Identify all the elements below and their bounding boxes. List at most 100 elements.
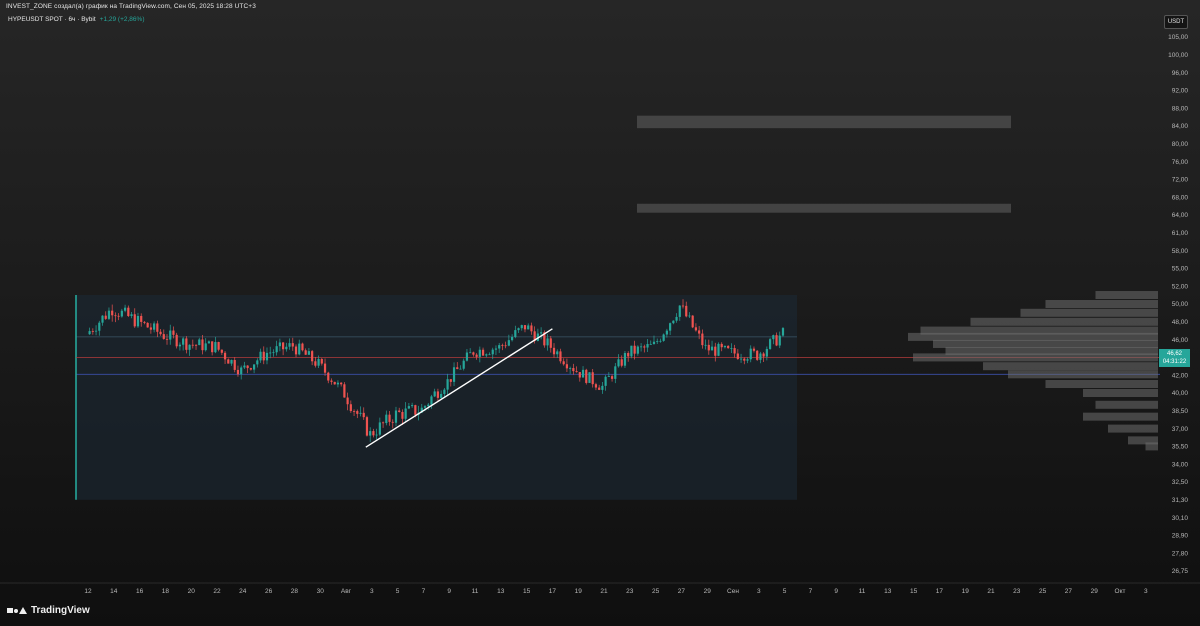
candle-body (185, 338, 188, 350)
x-tick-label: Сен (727, 588, 739, 595)
candle-body (169, 330, 172, 340)
x-tick-label: Авг (341, 588, 352, 595)
candle-body (572, 368, 575, 372)
candle-body (123, 307, 127, 311)
candle-body (604, 376, 607, 386)
candle-body (282, 342, 285, 350)
candle-body (198, 339, 201, 346)
candle-body (701, 333, 704, 346)
x-tick-label: 25 (1039, 588, 1047, 595)
y-tick-label: 48,00 (1172, 319, 1189, 326)
candle-body (159, 331, 162, 335)
candle-body (723, 345, 727, 348)
candle-body (330, 380, 333, 382)
y-tick-label: 105,00 (1168, 34, 1188, 41)
candle-body (636, 346, 639, 354)
volume-profile-bar (1020, 308, 1158, 317)
y-tick-label: 96,00 (1172, 70, 1189, 77)
candle-body (433, 391, 436, 397)
candle-body (443, 389, 446, 394)
candle-body (656, 341, 659, 343)
candle-body (120, 310, 123, 317)
candle-body (375, 434, 378, 436)
candle-body (775, 335, 778, 346)
y-tick-label: 100,00 (1168, 52, 1188, 59)
y-tick-label: 38,50 (1172, 408, 1189, 415)
candle-body (462, 360, 465, 369)
y-tick-label: 40,00 (1172, 390, 1189, 397)
y-tick-label: 92,00 (1172, 88, 1189, 95)
y-tick-label: 31,30 (1172, 497, 1189, 504)
candle-body (256, 360, 259, 365)
candle-body (91, 331, 94, 332)
candle-body (765, 348, 768, 357)
candle-body (88, 331, 91, 335)
candle-body (675, 316, 678, 321)
candle-body (236, 369, 240, 375)
candle-body (130, 314, 133, 317)
x-tick-label: 26 (265, 588, 273, 595)
x-tick-label: 11 (472, 588, 479, 595)
candle-body (269, 352, 272, 354)
candle-body (643, 346, 646, 348)
candle-body (223, 352, 227, 360)
candle-body (488, 354, 491, 356)
candle-body (652, 341, 656, 345)
candle-body (291, 343, 294, 347)
y-tick-label: 80,00 (1172, 141, 1189, 148)
x-tick-label: 3 (757, 588, 761, 595)
candle-body (246, 365, 249, 369)
y-tick-label: 27,80 (1172, 550, 1189, 557)
candle-body (514, 330, 517, 337)
y-tick-label: 84,00 (1172, 123, 1189, 130)
candle-body (204, 343, 207, 351)
candle-body (294, 346, 298, 355)
candle-body (436, 391, 440, 398)
candle-body (233, 360, 236, 370)
candle-body (588, 372, 591, 383)
candle-body (562, 361, 565, 365)
volume-profile-bar (933, 339, 1158, 348)
x-tick-label: 5 (396, 588, 400, 595)
y-tick-label: 76,00 (1172, 159, 1189, 166)
candle-body (304, 350, 307, 355)
candle-body (540, 332, 543, 334)
x-tick-label: 15 (523, 588, 531, 595)
candle-body (391, 421, 394, 423)
candle-body (385, 414, 388, 424)
candle-body (314, 361, 317, 366)
candle-body (778, 335, 781, 346)
candle-body (214, 342, 217, 353)
x-tick-label: 13 (884, 588, 892, 595)
candle-body (362, 412, 365, 418)
x-tick-label: 27 (1065, 588, 1073, 595)
candle-body (104, 315, 107, 319)
candle-body (527, 325, 530, 330)
candle-body (349, 404, 352, 412)
price-chart[interactable]: 105,00 100,00 96,00 92,00 88,00 84,00 80,00 76,… (0, 0, 1200, 626)
candle-body (94, 330, 98, 332)
x-tick-label: 13 (497, 588, 505, 595)
volume-profile-bar (1108, 424, 1158, 433)
x-tick-label: 21 (600, 588, 608, 595)
x-tick-label: 29 (704, 588, 712, 595)
candle-body (381, 422, 385, 424)
candle-body (736, 353, 739, 359)
candle-body (752, 348, 756, 351)
tradingview-logo[interactable]: TradingView (7, 605, 90, 616)
candle-body (240, 367, 243, 375)
candle-body (243, 365, 246, 368)
candle-body (217, 342, 220, 350)
candle-body (111, 310, 114, 316)
candle-body (507, 340, 510, 346)
candle-body (607, 376, 610, 377)
candle-body (446, 379, 449, 390)
candle-body (720, 343, 723, 348)
x-tick-label: 23 (626, 588, 634, 595)
candle-body (440, 393, 443, 398)
candle-body (178, 344, 182, 347)
candle-body (411, 405, 414, 407)
candle-body (365, 417, 369, 436)
candle-body (481, 349, 485, 356)
candle-body (475, 354, 478, 357)
